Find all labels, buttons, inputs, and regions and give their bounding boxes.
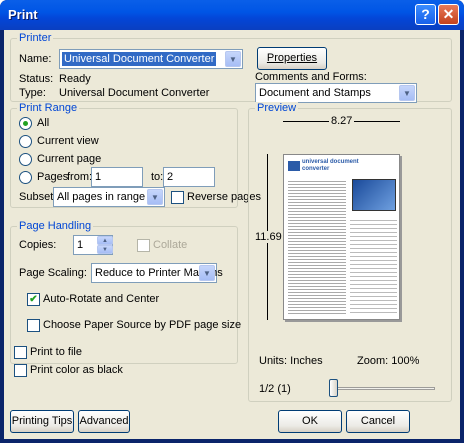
radio-pages-label[interactable]: Pages bbox=[37, 171, 68, 183]
print-range-group: Print Range All Current view Current pag… bbox=[10, 102, 261, 208]
close-button[interactable]: ✕ bbox=[438, 4, 459, 25]
radio-all[interactable] bbox=[19, 117, 32, 130]
preview-group: Preview 8.27 11.69 universal document co… bbox=[248, 102, 452, 402]
page-indicator: 1/2 (1) bbox=[259, 383, 291, 395]
print-to-file-checkbox[interactable] bbox=[14, 346, 27, 359]
print-color-black-label[interactable]: Print color as black bbox=[30, 364, 123, 376]
print-dialog: Print ? ✕ Printer Name: Universal Docume… bbox=[0, 0, 464, 443]
choose-paper-checkbox[interactable] bbox=[27, 319, 40, 332]
printer-name-select[interactable]: Universal Document Converter ▼ bbox=[59, 49, 243, 69]
printing-tips-button[interactable]: Printing Tips bbox=[10, 410, 74, 433]
collate-checkbox[interactable] bbox=[137, 239, 150, 252]
print-color-black-checkbox[interactable] bbox=[14, 364, 27, 377]
page-slider-track[interactable] bbox=[329, 387, 435, 390]
doc-text-column bbox=[288, 179, 346, 315]
preview-legend: Preview bbox=[255, 102, 299, 114]
from-input[interactable]: 1 bbox=[91, 167, 143, 187]
cancel-button[interactable]: Cancel bbox=[346, 410, 410, 433]
scaling-select[interactable]: Reduce to Printer Margins ▼ bbox=[91, 263, 223, 283]
subset-label: Subset: bbox=[19, 191, 57, 203]
advanced-button[interactable]: Advanced bbox=[78, 410, 130, 433]
zoom-text: Zoom: 100% bbox=[357, 355, 420, 367]
subset-value: All pages in range bbox=[57, 191, 146, 203]
comments-label: Comments and Forms: bbox=[255, 71, 367, 83]
preview-page: universal document converter bbox=[283, 154, 400, 320]
chevron-down-icon[interactable]: ▼ bbox=[199, 265, 215, 281]
auto-rotate-checkbox[interactable]: ✔ bbox=[27, 293, 40, 306]
page-handling-legend: Page Handling bbox=[17, 220, 94, 232]
print-to-file-label[interactable]: Print to file bbox=[30, 346, 82, 358]
status-value: Ready bbox=[59, 73, 91, 85]
radio-pages[interactable] bbox=[19, 171, 32, 184]
title-bar[interactable]: Print ? ✕ bbox=[0, 0, 464, 30]
type-label: Type: bbox=[19, 87, 46, 99]
ok-button[interactable]: OK bbox=[278, 410, 342, 433]
dialog-body: Printer Name: Universal Document Convert… bbox=[4, 30, 460, 439]
comments-value: Document and Stamps bbox=[259, 87, 371, 99]
collate-label: Collate bbox=[153, 239, 188, 251]
copies-label: Copies: bbox=[19, 239, 57, 251]
doc-side-text bbox=[350, 217, 397, 315]
radio-current-page[interactable] bbox=[19, 153, 32, 166]
printer-group: Printer Name: Universal Document Convert… bbox=[10, 32, 452, 103]
properties-button[interactable]: Properties bbox=[257, 47, 327, 70]
subset-select[interactable]: All pages in range ▼ bbox=[53, 187, 165, 207]
chevron-down-icon[interactable]: ▼ bbox=[399, 85, 415, 101]
choose-paper-label[interactable]: Choose Paper Source by PDF page size bbox=[43, 319, 241, 331]
doc-title-2: converter bbox=[302, 166, 330, 172]
units-text: Units: Inches bbox=[259, 355, 323, 367]
doc-logo-icon bbox=[288, 161, 300, 171]
printer-name-value: Universal Document Converter bbox=[62, 52, 217, 66]
type-value: Universal Document Converter bbox=[59, 87, 210, 99]
radio-current-view-label[interactable]: Current view bbox=[37, 135, 99, 147]
printer-legend: Printer bbox=[17, 32, 54, 44]
scaling-label: Page Scaling: bbox=[19, 267, 87, 279]
page-slider-thumb[interactable] bbox=[329, 379, 338, 397]
copies-down-icon[interactable]: ▼ bbox=[97, 245, 113, 254]
to-input[interactable]: 2 bbox=[163, 167, 215, 187]
height-dimension: 11.69 bbox=[255, 231, 282, 243]
doc-title-1: universal document bbox=[302, 159, 359, 165]
help-button[interactable]: ? bbox=[415, 4, 436, 25]
print-range-legend: Print Range bbox=[17, 102, 80, 114]
doc-product-image bbox=[352, 179, 396, 211]
to-label: to: bbox=[151, 171, 164, 183]
auto-rotate-label[interactable]: Auto-Rotate and Center bbox=[43, 293, 159, 305]
radio-current-view[interactable] bbox=[19, 135, 32, 148]
name-label: Name: bbox=[19, 53, 52, 65]
help-icon: ? bbox=[421, 6, 430, 22]
chevron-down-icon[interactable]: ▼ bbox=[225, 51, 241, 67]
reverse-pages-checkbox[interactable] bbox=[171, 191, 184, 204]
width-dimension: 8.27 bbox=[329, 115, 355, 127]
from-label: from: bbox=[67, 171, 93, 183]
radio-current-page-label[interactable]: Current page bbox=[37, 153, 101, 165]
status-label: Status: bbox=[19, 73, 54, 85]
close-icon: ✕ bbox=[442, 6, 455, 22]
chevron-down-icon[interactable]: ▼ bbox=[147, 189, 163, 205]
comments-select[interactable]: Document and Stamps ▼ bbox=[255, 83, 417, 103]
page-handling-group: Page Handling Copies: 1 ▲ ▼ Collate Page… bbox=[10, 220, 241, 364]
window-title: Print bbox=[8, 7, 38, 22]
copies-up-icon[interactable]: ▲ bbox=[97, 236, 113, 245]
radio-all-label[interactable]: All bbox=[37, 117, 49, 129]
